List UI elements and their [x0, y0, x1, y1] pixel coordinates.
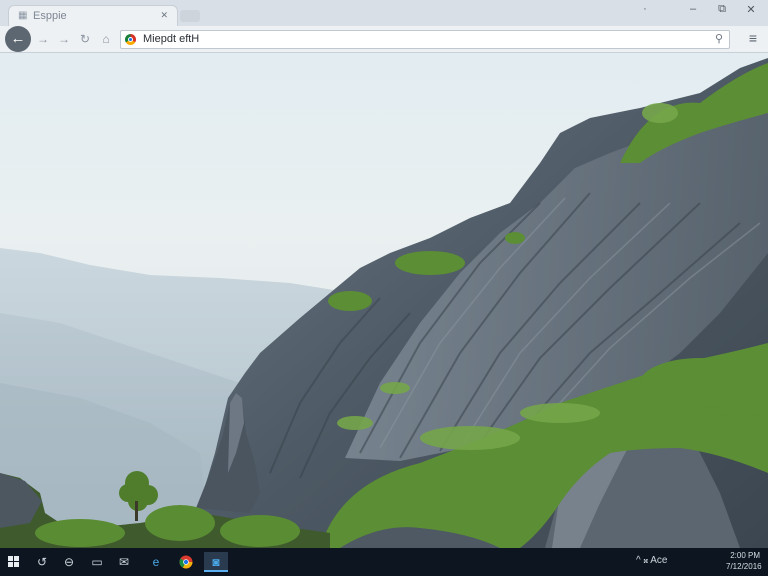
page-image-mountain-cliff	[0, 53, 768, 548]
address-bar[interactable]: Miepdt eftH ⚲	[120, 30, 730, 49]
back-arrow-icon[interactable]: ←	[5, 26, 31, 52]
browser-toolbar: ← → → ↻ ⌂ Miepdt eftH ⚲ ≡	[0, 26, 768, 53]
user-profile-icon[interactable]: ·	[636, 3, 654, 15]
home-icon[interactable]: ⌂	[98, 31, 114, 47]
chrome-browser-icon[interactable]	[175, 552, 197, 572]
reload-icon[interactable]: ↻	[77, 31, 93, 47]
file-explorer-icon[interactable]: ▭	[86, 552, 108, 572]
landscape-illustration	[0, 58, 768, 548]
close-icon[interactable]: ✕	[160, 10, 168, 21]
windows-taskbar: ↺ ⊖ ▭ ✉ e ◙ ^ 𝄪 Ace 2:00 PM 7/12/2016	[0, 548, 768, 576]
tab-title: Esppie	[33, 10, 67, 22]
active-browser-app-icon[interactable]: ◙	[204, 552, 228, 572]
edge-browser-icon[interactable]: e	[145, 552, 167, 572]
address-bar-text[interactable]: Miepdt eftH	[143, 33, 199, 45]
clock-time: 2:00 PM	[730, 551, 760, 560]
clock-date: 7/12/2016	[726, 562, 762, 571]
mail-icon[interactable]: ✉	[113, 552, 135, 572]
forward-arrow-icon[interactable]: →	[56, 31, 72, 47]
tab-favicon-icon: ▦	[18, 10, 28, 21]
bookmark-pin-icon[interactable]: ⚲	[715, 32, 723, 45]
browser-titlebar: ▦ Esppie ✕ · ‒ ⧉ ✕	[0, 0, 768, 27]
minimize-button[interactable]: ‒	[684, 3, 702, 15]
system-tray-text[interactable]: ^ 𝄪 Ace	[636, 555, 667, 566]
browser-tab[interactable]: ▦ Esppie ✕	[8, 5, 178, 27]
forward-arrow-icon[interactable]: →	[35, 31, 51, 47]
hamburger-menu-icon[interactable]: ≡	[746, 31, 760, 47]
restore-button[interactable]: ⧉	[713, 3, 731, 16]
new-tab-button[interactable]	[180, 10, 200, 22]
site-favicon-icon	[125, 34, 136, 45]
close-window-button[interactable]: ✕	[742, 3, 760, 16]
taskbar-clock[interactable]: 2:00 PM 7/12/2016	[726, 550, 762, 572]
cortana-search-icon[interactable]: ↺	[31, 552, 53, 572]
windows-start-icon[interactable]	[8, 556, 20, 568]
task-view-icon[interactable]: ⊖	[58, 552, 80, 572]
